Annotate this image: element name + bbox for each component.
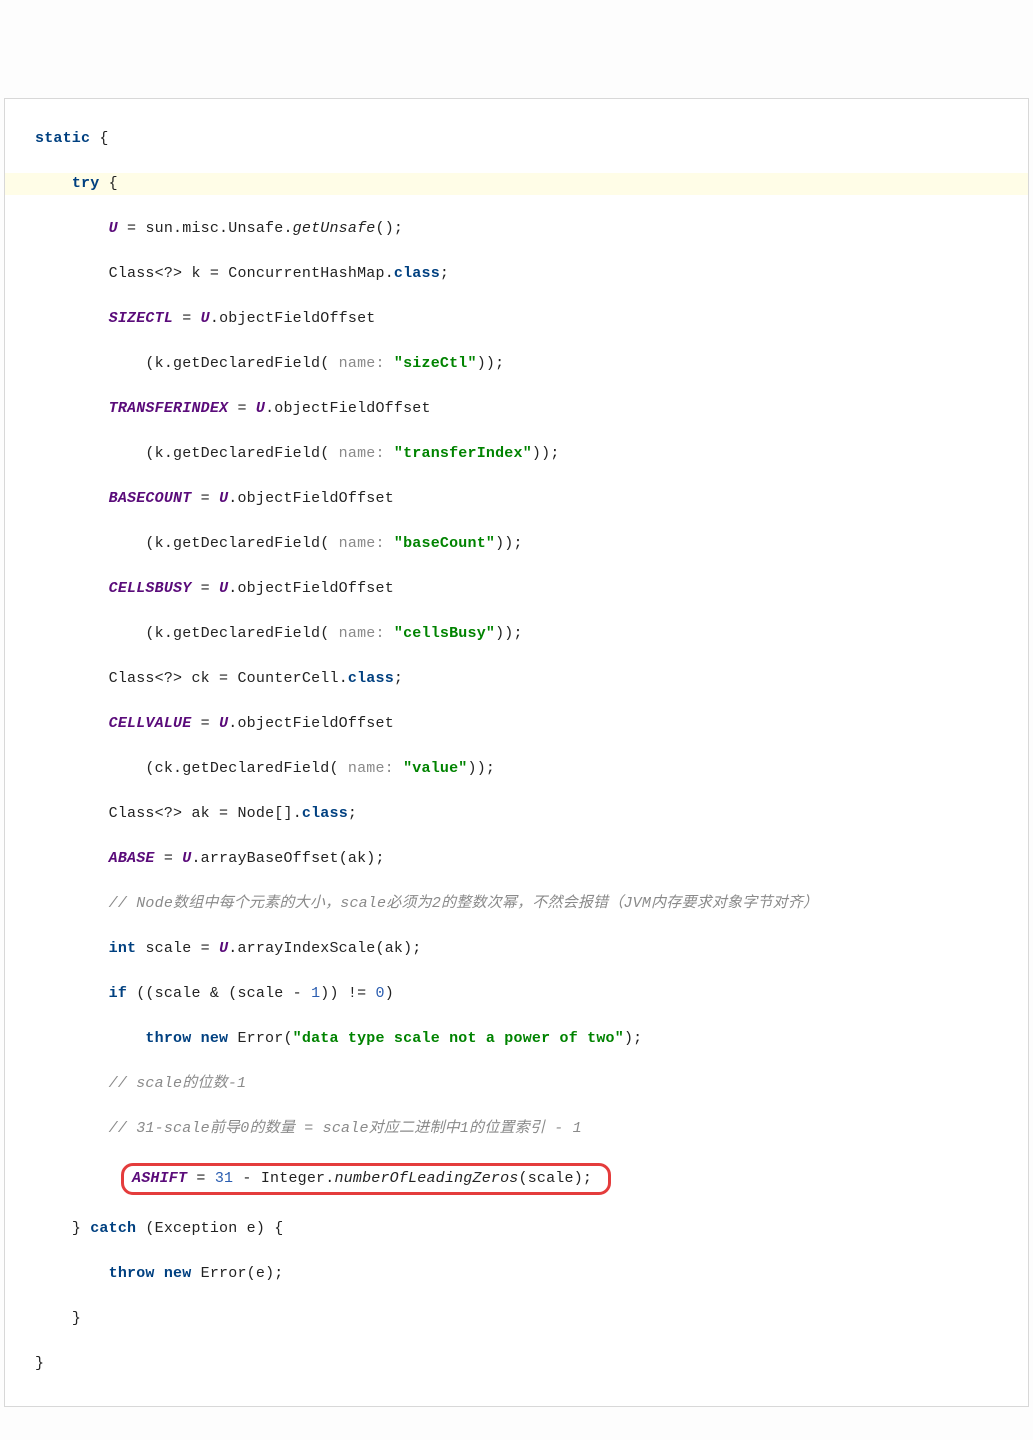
code-editor[interactable]: static { try { U = sun.misc.Unsafe.getUn… <box>4 98 1029 1407</box>
code-line: throw new Error(e); <box>5 1263 1028 1286</box>
code-line: BASECOUNT = U.objectFieldOffset <box>5 488 1028 511</box>
string-transferindex: "transferIndex" <box>394 445 532 462</box>
field-basecount: BASECOUNT <box>109 490 192 507</box>
param-hint: name: <box>348 760 394 777</box>
field-abase: ABASE <box>109 850 155 867</box>
code-line: } <box>5 1308 1028 1331</box>
code-line: // 31-scale前导0的数量 = scale对应二进制中1的位置索引 - … <box>5 1118 1028 1141</box>
code-line: (k.getDeclaredField( name: "cellsBusy"))… <box>5 623 1028 646</box>
code-line: (k.getDeclaredField( name: "sizeCtl")); <box>5 353 1028 376</box>
code-line: U = sun.misc.Unsafe.getUnsafe(); <box>5 218 1028 241</box>
string-basecount: "baseCount" <box>394 535 495 552</box>
code-line: Class<?> ck = CounterCell.class; <box>5 668 1028 691</box>
field-transferindex: TRANSFERINDEX <box>109 400 229 417</box>
code-line: // Node数组中每个元素的大小，scale必须为2的整数次幂，不然会报错（J… <box>5 893 1028 916</box>
comment: // 31-scale前导0的数量 = scale对应二进制中1的位置索引 - … <box>109 1120 582 1137</box>
string-sizectl: "sizeCtl" <box>394 355 477 372</box>
code-line: static { <box>5 128 1028 151</box>
param-hint: name: <box>339 445 385 462</box>
code-line: // scale的位数-1 <box>5 1073 1028 1096</box>
comment: // Node数组中每个元素的大小，scale必须为2的整数次幂，不然会报错（J… <box>109 895 819 912</box>
code-line: try { <box>5 173 1028 196</box>
comment: // scale的位数-1 <box>109 1075 247 1092</box>
code-line: } catch (Exception e) { <box>5 1218 1028 1241</box>
field-cellvalue: CELLVALUE <box>109 715 192 732</box>
code-line: throw new Error("data type scale not a p… <box>5 1028 1028 1051</box>
field-sizectl: SIZECTL <box>109 310 173 327</box>
code-line: CELLSBUSY = U.objectFieldOffset <box>5 578 1028 601</box>
code-line: int scale = U.arrayIndexScale(ak); <box>5 938 1028 961</box>
param-hint: name: <box>339 355 385 372</box>
code-line: Class<?> k = ConcurrentHashMap.class; <box>5 263 1028 286</box>
highlighted-line: ASHIFT = 31 - Integer.numberOfLeadingZer… <box>5 1163 1028 1196</box>
code-line: (ck.getDeclaredField( name: "value")); <box>5 758 1028 781</box>
code-line: CELLVALUE = U.objectFieldOffset <box>5 713 1028 736</box>
keyword-try: try <box>72 175 100 192</box>
string-cellsbusy: "cellsBusy" <box>394 625 495 642</box>
code-line: (k.getDeclaredField( name: "transferInde… <box>5 443 1028 466</box>
code-line: } <box>5 1353 1028 1376</box>
string-value: "value" <box>403 760 467 777</box>
method-getunsafe: getUnsafe <box>293 220 376 237</box>
field-u: U <box>109 220 118 237</box>
code-line: SIZECTL = U.objectFieldOffset <box>5 308 1028 331</box>
highlight-box: ASHIFT = 31 - Integer.numberOfLeadingZer… <box>121 1163 611 1196</box>
keyword-static: static <box>35 130 90 147</box>
code-line: ABASE = U.arrayBaseOffset(ak); <box>5 848 1028 871</box>
code-line: TRANSFERINDEX = U.objectFieldOffset <box>5 398 1028 421</box>
string-error: "data type scale not a power of two" <box>293 1030 624 1047</box>
param-hint: name: <box>339 625 385 642</box>
code-line: Class<?> ak = Node[].class; <box>5 803 1028 826</box>
method-numberofleadingzeros: numberOfLeadingZeros <box>334 1170 518 1187</box>
field-ashift: ASHIFT <box>132 1170 187 1187</box>
code-line: if ((scale & (scale - 1)) != 0) <box>5 983 1028 1006</box>
param-hint: name: <box>339 535 385 552</box>
field-cellsbusy: CELLSBUSY <box>109 580 192 597</box>
code-line: (k.getDeclaredField( name: "baseCount"))… <box>5 533 1028 556</box>
